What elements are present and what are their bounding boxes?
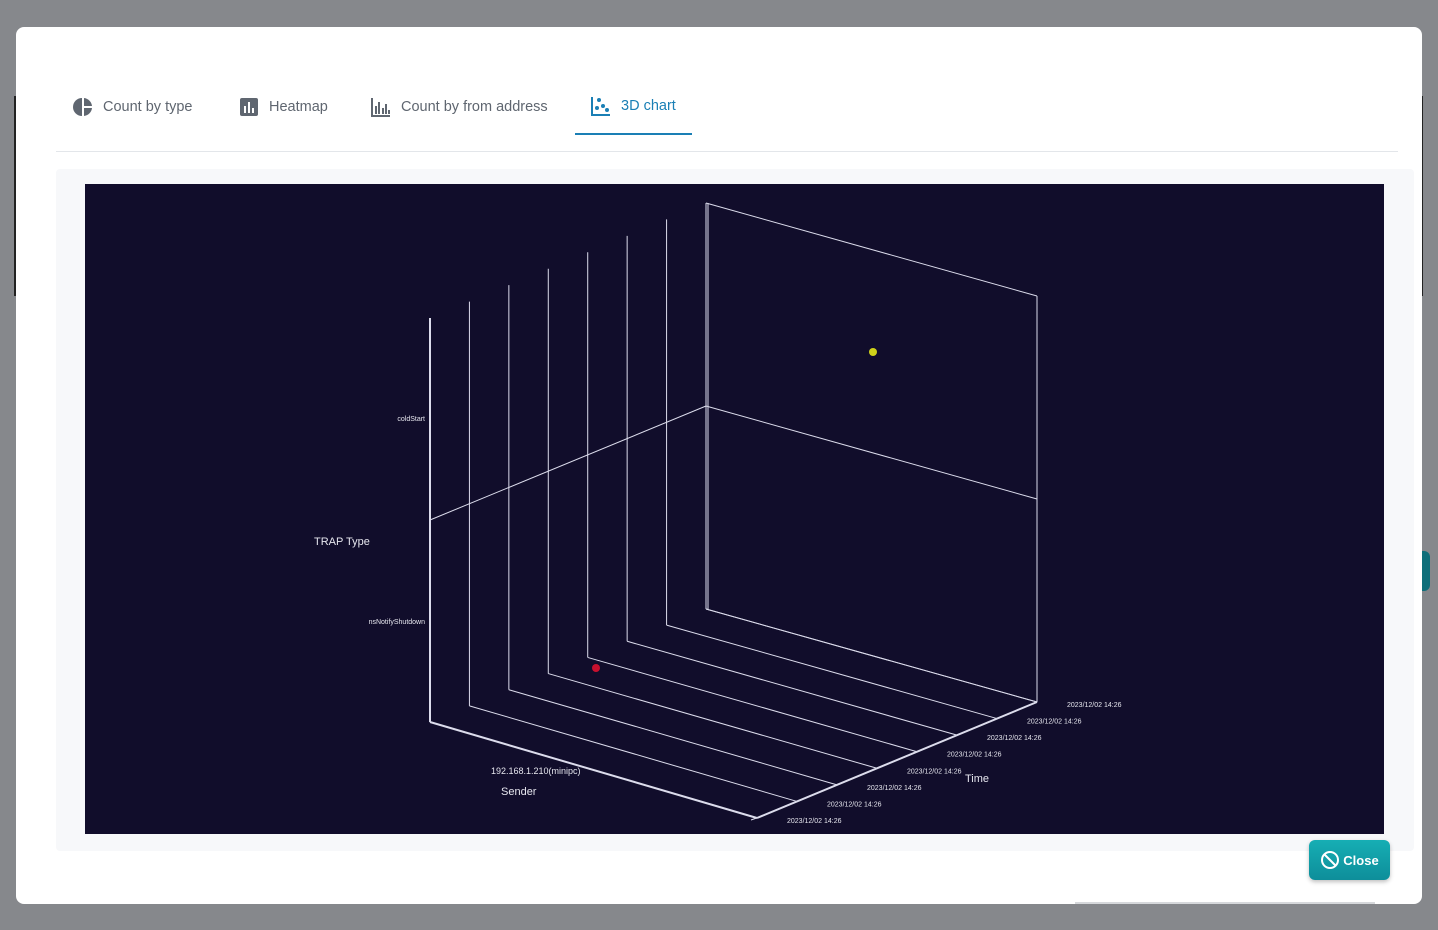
background-top [0, 0, 1438, 27]
z-tick-label: 2023/12/02 14:26 [1027, 719, 1082, 726]
z-tick-label: 2023/12/02 14:26 [827, 801, 882, 808]
bar-chart-icon [239, 97, 259, 117]
chart-area[interactable]: TRAP Type Sender Time coldStart nsNotify… [85, 184, 1384, 834]
tab-bar: Count by type Heatmap Count by from addr… [56, 79, 1398, 152]
back-wall-top-edge [705, 202, 1038, 297]
back-wall-midline [705, 405, 1038, 500]
tab-count-by-type[interactable]: Count by type [73, 79, 192, 135]
background-button [1421, 551, 1430, 591]
floor-gridline [587, 656, 918, 753]
x-axis-line [429, 721, 758, 819]
tab-count-by-from-address[interactable]: Count by from address [371, 79, 548, 135]
chart-modal: Count by type Heatmap Count by from addr… [16, 27, 1422, 904]
z-tick-label: 2023/12/02 14:26 [947, 752, 1002, 759]
z-tick-label: 2023/12/02 14:26 [907, 768, 962, 775]
left-wall-midline [429, 405, 707, 521]
close-button[interactable]: Close [1309, 840, 1390, 880]
tab-heatmap[interactable]: Heatmap [239, 79, 328, 135]
tab-label: Count by from address [401, 99, 548, 115]
chart-gridlines [429, 203, 1038, 819]
floor-gridline [666, 624, 998, 720]
z-axis-title: Time [965, 773, 989, 785]
z-tick-labels: 2023/12/02 14:26 2023/12/02 14:26 2023/12/… [787, 702, 1122, 825]
tab-label: Heatmap [269, 99, 328, 115]
background-divider [1075, 902, 1375, 904]
floor-gridline [548, 673, 878, 769]
close-label: Close [1343, 852, 1379, 868]
data-points [592, 348, 877, 672]
tab-label: Count by type [103, 99, 193, 115]
floor-gridline [627, 640, 958, 736]
y-tick-label: nsNotifyShutdown [369, 619, 426, 626]
x-tick-label: 192.168.1.210(minipc) [491, 766, 581, 776]
pie-chart-icon [73, 97, 93, 117]
z-axis-line [756, 701, 1038, 819]
y-tick-label: coldStart [397, 416, 425, 423]
tab-3d-chart[interactable]: 3D chart [575, 79, 692, 135]
z-tick-label: 2023/12/02 14:26 [987, 735, 1042, 742]
data-point[interactable] [592, 664, 600, 672]
z-tick-label: 2023/12/02 14:26 [1067, 702, 1122, 709]
data-point[interactable] [869, 348, 877, 356]
3d-scatter-chart[interactable]: TRAP Type Sender Time coldStart nsNotify… [85, 184, 1384, 834]
ban-icon [1320, 850, 1340, 870]
grouped-bar-icon [371, 97, 391, 117]
z-tick-label: 2023/12/02 14:26 [787, 818, 842, 825]
y-axis-title: TRAP Type [314, 536, 370, 548]
chart-panel: TRAP Type Sender Time coldStart nsNotify… [56, 169, 1414, 851]
x-axis-title: Sender [501, 786, 537, 798]
tab-label: 3D chart [621, 98, 676, 114]
floor-back-edge [705, 608, 1038, 703]
z-tick-label: 2023/12/02 14:26 [867, 785, 922, 792]
scatter-chart-icon [591, 96, 611, 116]
